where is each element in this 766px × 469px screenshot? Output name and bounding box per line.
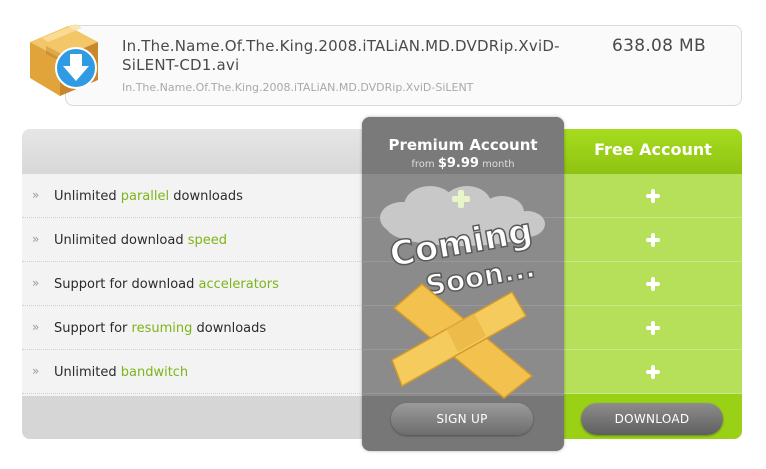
free-cell [564, 350, 742, 394]
premium-account-title: Premium Account [388, 136, 538, 154]
free-account-title: Free Account [594, 140, 712, 159]
package-download-icon [30, 24, 98, 96]
plus-icon [644, 275, 662, 293]
file-release-name: In.The.Name.Of.The.King.2008.iTALiAN.MD.… [122, 81, 474, 94]
feature-label: Support for resuming downloads [54, 321, 267, 336]
file-size: 638.08 MB [612, 36, 706, 56]
file-name: In.The.Name.Of.The.King.2008.iTALiAN.MD.… [122, 37, 560, 74]
feature-row-resuming: » Support for resuming downloads [22, 306, 362, 350]
double-chevron-icon: » [32, 188, 40, 202]
features-header [22, 129, 362, 174]
double-chevron-icon: » [32, 232, 40, 246]
plus-icon [644, 363, 662, 381]
feature-label: Unlimited download speed [54, 233, 228, 248]
double-chevron-icon: » [32, 364, 40, 378]
plus-icon [644, 319, 662, 337]
feature-row-parallel: » Unlimited parallel downloads [22, 174, 362, 218]
free-cell [564, 306, 742, 350]
double-chevron-icon: » [32, 276, 40, 290]
free-cell [564, 174, 742, 218]
plus-icon [644, 187, 662, 205]
double-chevron-icon: » [32, 320, 40, 334]
plus-icon [644, 231, 662, 249]
tape-cross-icon [391, 283, 534, 399]
feature-row-speed: » Unlimited download speed [22, 218, 362, 262]
free-cell [564, 218, 742, 262]
feature-label: Support for download accelerators [54, 277, 279, 292]
feature-label: Unlimited bandwitch [54, 365, 189, 380]
download-page: In.The.Name.Of.The.King.2008.iTALiAN.MD.… [0, 0, 766, 469]
feature-row-accelerators: » Support for download accelerators [22, 262, 362, 306]
feature-label: Unlimited parallel downloads [54, 189, 243, 204]
premium-price: from $9.99 month [411, 156, 515, 171]
features-footer [22, 396, 362, 439]
download-button[interactable]: DOWNLOAD [581, 403, 723, 435]
feature-row-bandwidth: » Unlimited bandwitch [22, 350, 362, 394]
coming-soon-overlay: Coming Soon... [380, 186, 545, 399]
sign-up-button[interactable]: SIGN UP [391, 403, 533, 435]
free-cell [564, 262, 742, 306]
